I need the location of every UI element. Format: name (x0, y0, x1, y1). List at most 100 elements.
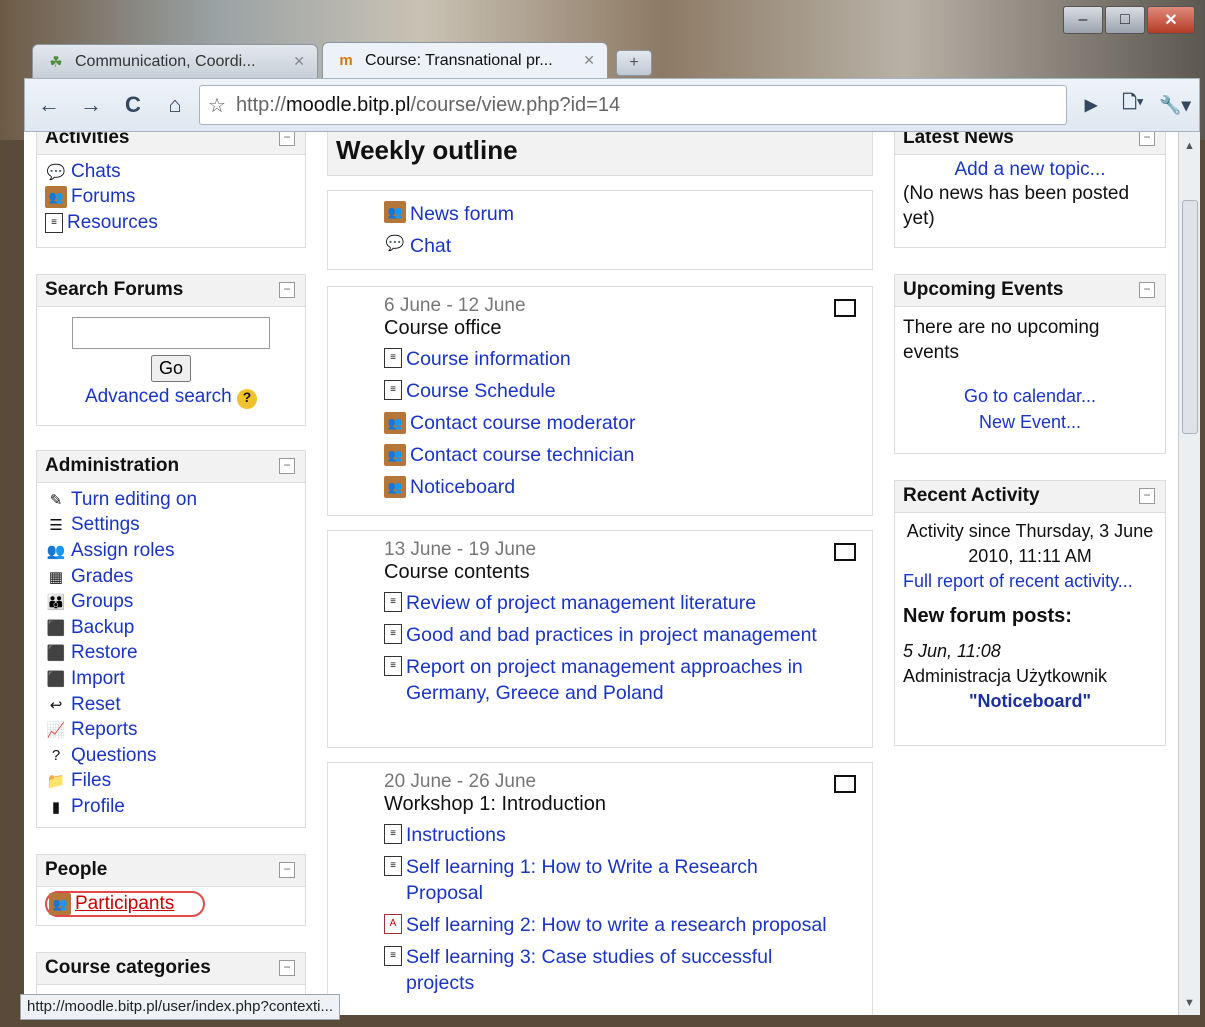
minimize-button[interactable]: – (1063, 6, 1103, 34)
link-label[interactable]: Import (71, 668, 125, 690)
back-button[interactable]: ← (31, 87, 67, 123)
close-tab-icon[interactable]: ✕ (293, 53, 305, 70)
link-label[interactable]: Restore (71, 642, 138, 664)
collapse-icon[interactable]: − (1139, 282, 1155, 298)
page-menu-icon[interactable]: 🗋▾ (1115, 87, 1151, 123)
admin-item[interactable]: ⬛ Restore (45, 641, 297, 667)
activity-item[interactable]: 👥 Noticeboard (384, 474, 872, 500)
collapse-icon[interactable]: − (279, 862, 295, 878)
activity-link[interactable]: Course information (406, 346, 607, 372)
activity-item[interactable]: 👥 Contact course technician (384, 442, 872, 468)
activity-item[interactable]: ≡ Course Schedule (384, 378, 872, 404)
advanced-search-link[interactable]: Advanced search (85, 386, 232, 407)
highlight-week-checkbox[interactable] (834, 299, 856, 317)
post-title-link[interactable]: "Noticeboard" (969, 691, 1091, 711)
go-to-calendar-link[interactable]: Go to calendar... (964, 386, 1096, 406)
activity-link[interactable]: Contact course technician (410, 442, 670, 468)
admin-item[interactable]: ⬛ Backup (45, 615, 297, 641)
scroll-up-icon[interactable]: ▲ (1184, 140, 1195, 152)
activity-item[interactable]: ≡ Report on project management approaches… (384, 654, 872, 706)
activity-chats[interactable]: 💬 Chats (45, 159, 297, 185)
activity-item[interactable]: 👥 Contact course moderator (384, 410, 872, 436)
admin-item[interactable]: ☰ Settings (45, 513, 297, 539)
link-label[interactable]: Grades (71, 566, 133, 588)
activity-link[interactable]: Course Schedule (406, 378, 592, 404)
close-window-button[interactable]: ✕ (1147, 6, 1195, 34)
admin-item[interactable]: ⬛ Import (45, 666, 297, 692)
link-label[interactable]: Resources (67, 212, 158, 234)
reload-button[interactable]: C (115, 87, 151, 123)
highlight-week-checkbox[interactable] (834, 543, 856, 561)
link-label[interactable]: Profile (71, 796, 125, 818)
activity-link[interactable]: Instructions (406, 822, 542, 848)
tab-communication[interactable]: ☘ Communication, Coordi... ✕ (32, 44, 318, 78)
activity-forums[interactable]: 👥 Forums (45, 185, 297, 211)
maximize-button[interactable]: □ (1105, 6, 1145, 34)
link-label[interactable]: Turn editing on (71, 489, 197, 511)
activity-item[interactable]: ≡ Good and bad practices in project manag… (384, 622, 872, 648)
link-label[interactable]: Chats (71, 161, 121, 183)
activity-link[interactable]: News forum (410, 201, 514, 227)
activity-news-forum[interactable]: 👥 News forum (384, 201, 872, 227)
link-label[interactable]: Questions (71, 745, 157, 767)
full-report-link[interactable]: Full report of recent activity... (903, 571, 1133, 591)
admin-item[interactable]: 👪 Groups (45, 589, 297, 615)
collapse-icon[interactable]: − (279, 282, 295, 298)
activity-link[interactable]: Review of project management literature (406, 590, 792, 616)
forward-button[interactable]: → (73, 87, 109, 123)
home-button[interactable]: ⌂ (157, 87, 193, 123)
link-label[interactable]: Reset (71, 694, 121, 716)
scrollbar-thumb[interactable] (1182, 200, 1198, 434)
collapse-icon[interactable]: − (1139, 132, 1155, 146)
new-event-link[interactable]: New Event... (979, 412, 1081, 432)
tab-course[interactable]: m Course: Transnational pr... ✕ (322, 42, 608, 78)
activity-link[interactable]: Report on project management approaches … (406, 654, 872, 706)
activity-item[interactable]: ≡ Self learning 1: How to Write a Researc… (384, 854, 872, 906)
admin-item[interactable]: ? Questions (45, 743, 297, 769)
add-topic-link[interactable]: Add a new topic... (954, 159, 1105, 180)
go-button[interactable]: Go (150, 355, 191, 382)
link-label[interactable]: Groups (71, 591, 133, 613)
collapse-icon[interactable]: − (279, 458, 295, 474)
admin-item[interactable]: ↩ Reset (45, 692, 297, 718)
search-input[interactable] (72, 317, 270, 349)
admin-item[interactable]: 👥 Assign roles (45, 538, 297, 564)
link-label[interactable]: Backup (71, 617, 134, 639)
activity-link[interactable]: Good and bad practices in project manage… (406, 622, 853, 648)
help-icon[interactable]: ? (237, 389, 258, 409)
activity-link[interactable]: Self learning 3: Case studies of success… (406, 944, 872, 996)
vertical-scrollbar[interactable]: ▲ ▼ (1178, 132, 1200, 1015)
bookmark-star-icon[interactable]: ☆ (208, 93, 226, 118)
link-label[interactable]: Files (71, 770, 111, 792)
activity-link[interactable]: Noticeboard (410, 474, 551, 500)
activity-resources[interactable]: ≡ Resources (45, 210, 297, 236)
link-label[interactable]: Assign roles (71, 540, 175, 562)
activity-item[interactable]: A Self learning 2: How to write a researc… (384, 912, 872, 938)
collapse-icon[interactable]: − (279, 960, 295, 976)
participants-link[interactable]: Participants (75, 893, 174, 915)
admin-item[interactable]: 📁 Files (45, 769, 297, 795)
participants-item[interactable]: 👥 Participants (45, 891, 205, 917)
highlight-week-checkbox[interactable] (834, 775, 856, 793)
activity-link[interactable]: Contact course moderator (410, 410, 671, 436)
link-label[interactable]: Reports (71, 719, 138, 741)
activity-link[interactable]: Self learning 1: How to Write a Research… (406, 854, 872, 906)
activity-item[interactable]: ≡ Course information (384, 346, 872, 372)
activity-item[interactable]: ≡ Review of project management literature (384, 590, 872, 616)
activity-item[interactable]: ≡ Self learning 3: Case studies of succes… (384, 944, 872, 996)
new-tab-button[interactable]: + (616, 50, 652, 76)
admin-item[interactable]: ▦ Grades (45, 564, 297, 590)
activity-item[interactable]: ≡ Instructions (384, 822, 872, 848)
admin-item[interactable]: ▮ Profile (45, 794, 297, 820)
page-action-icon[interactable]: ▶ (1073, 87, 1109, 123)
activity-link[interactable]: Chat (410, 233, 451, 259)
activity-chat[interactable]: 💬 Chat (384, 233, 872, 259)
scroll-down-icon[interactable]: ▼ (1184, 997, 1195, 1009)
collapse-icon[interactable]: − (279, 132, 295, 146)
link-label[interactable]: Settings (71, 514, 140, 536)
address-bar[interactable]: ☆ http://moodle.bitp.pl/course/view.php?… (199, 85, 1067, 125)
collapse-icon[interactable]: − (1139, 488, 1155, 504)
close-tab-icon[interactable]: ✕ (583, 52, 595, 69)
admin-item[interactable]: 📈 Reports (45, 717, 297, 743)
activity-link[interactable]: Self learning 2: How to write a research… (406, 912, 863, 938)
